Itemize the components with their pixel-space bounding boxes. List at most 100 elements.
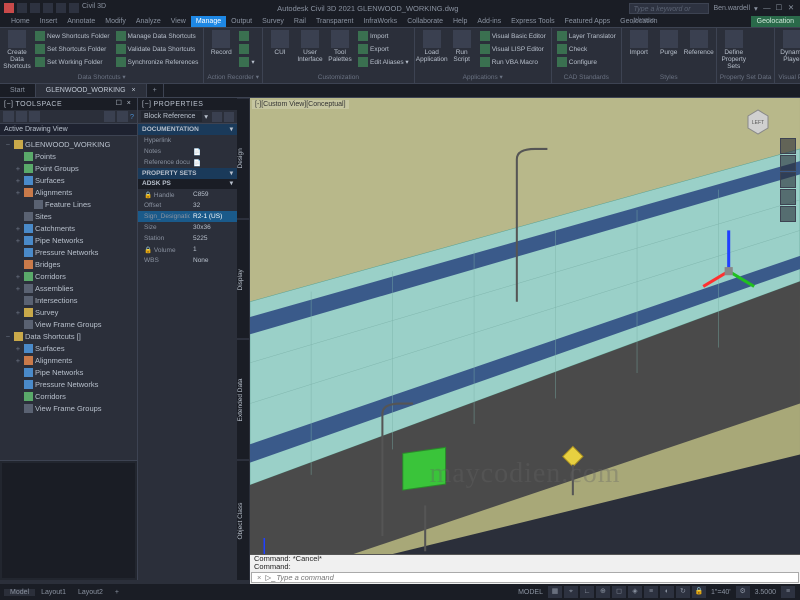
tree-node[interactable]: Corridors bbox=[0, 390, 137, 402]
property-row[interactable]: 🔒 Volume1 bbox=[138, 244, 237, 255]
status-customize-icon[interactable]: ≡ bbox=[781, 586, 795, 598]
property-row[interactable]: WBSNone bbox=[138, 255, 237, 266]
ribbon-button[interactable]: UserInterface bbox=[296, 30, 324, 68]
ribbon-button[interactable]: Purge bbox=[655, 30, 683, 56]
tree-node[interactable]: +Alignments bbox=[0, 354, 137, 366]
ribbon-button[interactable]: ToolPalettes bbox=[326, 30, 354, 68]
ribbon-button[interactable]: Dynamo Player bbox=[778, 30, 800, 63]
minimize-icon[interactable]: — bbox=[762, 3, 772, 13]
palette-close-icon[interactable]: × bbox=[125, 100, 133, 108]
tree-node[interactable]: Feature Lines bbox=[0, 198, 137, 210]
ribbon-tab[interactable]: Output bbox=[226, 16, 257, 27]
tree-expander-icon[interactable]: + bbox=[14, 164, 22, 173]
status-ortho-icon[interactable]: ∟ bbox=[580, 586, 594, 598]
new-tab-button[interactable]: + bbox=[147, 84, 164, 97]
ribbon-tab[interactable]: Analyze bbox=[131, 16, 166, 27]
nav-orbit-icon[interactable] bbox=[780, 189, 796, 205]
palette-close-icon[interactable]: ☐ bbox=[115, 100, 123, 108]
ribbon-button[interactable]: Reference bbox=[685, 30, 713, 56]
ribbon-mini-button[interactable]: Validate Data Shortcuts bbox=[114, 43, 201, 55]
command-close-icon[interactable]: × bbox=[254, 573, 264, 582]
tree-node[interactable]: +Catchments bbox=[0, 222, 137, 234]
ribbon-tab[interactable]: Geolocation bbox=[615, 16, 662, 27]
property-value[interactable]: 5225 bbox=[190, 235, 237, 242]
start-tab[interactable]: Start bbox=[0, 84, 36, 97]
status-3dosnap-icon[interactable]: ◈ bbox=[628, 586, 642, 598]
ribbon-mini-button[interactable]: Check bbox=[555, 43, 618, 55]
tree-node[interactable]: Sites bbox=[0, 210, 137, 222]
property-section-header[interactable]: PROPERTY SETS▾ bbox=[138, 168, 237, 179]
tree-expander-icon[interactable]: + bbox=[14, 236, 22, 245]
tree-expander-icon[interactable]: + bbox=[14, 308, 22, 317]
nav-pan-icon[interactable] bbox=[780, 155, 796, 171]
nav-showmotion-icon[interactable] bbox=[780, 206, 796, 222]
tree-node[interactable]: +Corridors bbox=[0, 270, 137, 282]
tree-node[interactable]: −GLENWOOD_WORKING bbox=[0, 138, 137, 150]
tree-expander-icon[interactable]: − bbox=[4, 332, 12, 341]
tree-node[interactable]: Points bbox=[0, 150, 137, 162]
type-dropdown-icon[interactable]: ▾ bbox=[202, 112, 210, 121]
app-menu-icon[interactable] bbox=[4, 3, 14, 13]
qat-redo-icon[interactable] bbox=[69, 3, 79, 13]
quick-select-icon[interactable] bbox=[212, 112, 222, 122]
nav-zoom-icon[interactable] bbox=[780, 172, 796, 188]
3d-viewport[interactable]: [-][Custom View][Conceptual] LEFT maycod… bbox=[250, 98, 800, 580]
property-value[interactable]: R2-1 (US) bbox=[190, 213, 237, 220]
ribbon-mini-button[interactable]: Layer Translator bbox=[555, 30, 618, 42]
status-model-label[interactable]: MODEL bbox=[514, 589, 547, 596]
tree-node[interactable]: +Surfaces bbox=[0, 342, 137, 354]
tree-node[interactable]: +Assemblies bbox=[0, 282, 137, 294]
property-section-header[interactable]: DOCUMENTATION▾ bbox=[138, 124, 237, 135]
status-gear-icon[interactable]: ⚙ bbox=[736, 586, 750, 598]
ts-btn-5[interactable] bbox=[117, 111, 128, 122]
ribbon-tab[interactable]: Manage bbox=[191, 16, 226, 27]
ribbon-mini-button[interactable]: ▾ bbox=[237, 56, 256, 68]
property-row[interactable]: Offset32 bbox=[138, 200, 237, 211]
ribbon-tab[interactable]: Survey bbox=[257, 16, 289, 27]
property-row[interactable]: Size30x36 bbox=[138, 222, 237, 233]
ribbon-mini-button[interactable]: Import bbox=[356, 30, 411, 42]
property-row[interactable]: Hyperlink bbox=[138, 135, 237, 146]
status-osnap-icon[interactable]: ◻ bbox=[612, 586, 626, 598]
ribbon-tab[interactable]: Help bbox=[448, 16, 472, 27]
properties-vtab[interactable]: Extended Data bbox=[237, 339, 249, 460]
tree-node[interactable]: −Data Shortcuts [] bbox=[0, 330, 137, 342]
ts-help-icon[interactable]: ? bbox=[130, 112, 134, 121]
ribbon-tab[interactable]: Add-ins bbox=[472, 16, 506, 27]
tree-node[interactable]: Intersections bbox=[0, 294, 137, 306]
ribbon-button[interactable]: Create DataShortcuts bbox=[3, 30, 31, 70]
tree-node[interactable]: View Frame Groups bbox=[0, 402, 137, 414]
help-search-input[interactable]: Type a keyword or phrase bbox=[629, 3, 709, 14]
tree-expander-icon[interactable]: − bbox=[4, 140, 12, 149]
ribbon-mini-button[interactable]: Set Shortcuts Folder bbox=[33, 43, 112, 55]
qat-open-icon[interactable] bbox=[30, 3, 40, 13]
geolocation-pill[interactable]: Geolocation bbox=[751, 16, 800, 27]
close-icon[interactable]: ✕ bbox=[786, 3, 796, 13]
tree-node[interactable]: Pressure Networks bbox=[0, 246, 137, 258]
status-snap-icon[interactable]: ⌖ bbox=[564, 586, 578, 598]
property-value[interactable]: 1 bbox=[190, 246, 237, 253]
tree-node[interactable]: +Pipe Networks bbox=[0, 234, 137, 246]
ribbon-mini-button[interactable]: Configure bbox=[555, 56, 618, 68]
property-row[interactable]: Notes📄 bbox=[138, 146, 237, 157]
qat-save-icon[interactable] bbox=[43, 3, 53, 13]
ribbon-tab[interactable]: Transparent bbox=[311, 16, 358, 27]
tree-expander-icon[interactable]: + bbox=[14, 284, 22, 293]
ribbon-mini-button[interactable]: Visual LISP Editor bbox=[478, 43, 548, 55]
tree-expander-icon[interactable]: + bbox=[14, 188, 22, 197]
ribbon-mini-button[interactable]: New Shortcuts Folder bbox=[33, 30, 112, 42]
tree-expander-icon[interactable]: + bbox=[14, 344, 22, 353]
ribbon-button[interactable]: CUI bbox=[266, 30, 294, 68]
select-objects-icon[interactable] bbox=[224, 112, 234, 122]
ribbon-mini-button[interactable] bbox=[237, 30, 256, 42]
ribbon-tab[interactable]: Modify bbox=[100, 16, 131, 27]
tree-expander-icon[interactable]: + bbox=[14, 176, 22, 185]
ribbon-button[interactable]: LoadApplication bbox=[418, 30, 446, 68]
close-tab-icon[interactable]: × bbox=[131, 87, 135, 94]
tree-node[interactable]: View Frame Groups bbox=[0, 318, 137, 330]
tree-node[interactable]: +Alignments bbox=[0, 186, 137, 198]
ribbon-tab[interactable]: Collaborate bbox=[402, 16, 448, 27]
maximize-icon[interactable]: ☐ bbox=[774, 3, 784, 13]
viewcube[interactable]: LEFT bbox=[742, 106, 774, 138]
ribbon-mini-button[interactable]: Manage Data Shortcuts bbox=[114, 30, 201, 42]
